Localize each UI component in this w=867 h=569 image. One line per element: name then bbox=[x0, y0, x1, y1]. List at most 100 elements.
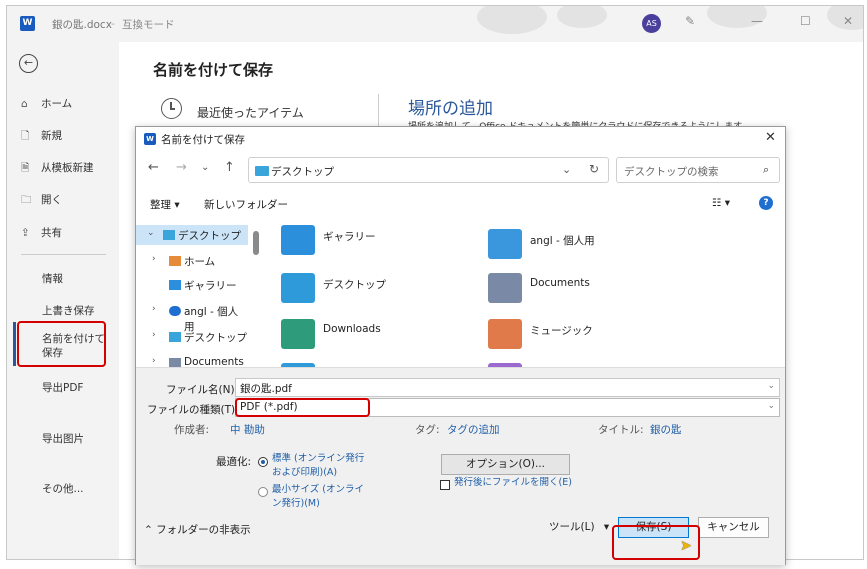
title-label: タイトル: bbox=[598, 424, 644, 436]
background-pattern bbox=[477, 6, 547, 34]
highlight-box bbox=[235, 398, 370, 417]
up-arrow-icon[interactable]: ↑ bbox=[224, 160, 235, 175]
chevron-down-icon[interactable]: ⌄ bbox=[562, 163, 571, 176]
template-icon: 🗎 bbox=[21, 162, 30, 174]
background-pattern bbox=[557, 6, 607, 28]
organize-label: 整理 bbox=[150, 199, 171, 211]
author-value[interactable]: 中 勘助 bbox=[230, 422, 265, 437]
tools-label: ツール(L) bbox=[549, 521, 595, 533]
avatar[interactable]: AS bbox=[642, 14, 661, 33]
document-title: 銀の匙.docx bbox=[52, 19, 112, 31]
chevron-down-icon: ⌄ bbox=[147, 228, 155, 238]
organize-button[interactable]: 整理 ▾ bbox=[150, 197, 180, 212]
nav-open-label: 開く bbox=[41, 194, 62, 206]
nav-export-pdf[interactable]: 导出PDF bbox=[42, 380, 83, 395]
word-logo-icon: W bbox=[20, 16, 35, 31]
radio-minimum-label[interactable]: 最小サイズ (オンライン発行)(M) bbox=[272, 483, 367, 511]
help-icon[interactable]: ? bbox=[759, 196, 773, 210]
search-input[interactable]: デスクトップの検索 ⌕ bbox=[616, 157, 780, 183]
filename-label: ファイル名(N): bbox=[166, 384, 239, 396]
address-text: デスクトップ bbox=[271, 166, 334, 178]
tools-button[interactable]: ツール(L) ▾ bbox=[549, 519, 609, 534]
downloads-folder-icon bbox=[281, 319, 315, 349]
chevron-right-icon: › bbox=[152, 356, 156, 366]
folder-open-icon: 🗀 bbox=[21, 194, 32, 206]
chevron-down-icon[interactable]: ⌄ bbox=[201, 162, 209, 173]
radio-minimum[interactable] bbox=[258, 487, 268, 497]
highlight-box bbox=[17, 321, 106, 367]
nav-open[interactable]: 🗀 開く bbox=[21, 192, 62, 210]
nav-template[interactable]: 🗎 从模板新建 bbox=[21, 160, 94, 178]
desktop-folder-icon bbox=[281, 273, 315, 303]
file-list: ギャラリー angl - 個人用 デスクトップ Documents Downlo… bbox=[261, 217, 771, 367]
onedrive-folder-icon bbox=[488, 229, 522, 259]
view-options-icon[interactable]: ☷ ▾ bbox=[712, 197, 730, 209]
forward-arrow-icon[interactable]: → bbox=[176, 160, 187, 175]
nav-new-label: 新規 bbox=[41, 130, 62, 142]
radio-standard[interactable] bbox=[258, 457, 268, 467]
open-after-checkbox[interactable] bbox=[440, 480, 450, 490]
hide-folders-button[interactable]: ⌃ フォルダーの非表示 bbox=[144, 522, 251, 537]
cancel-button[interactable]: キャンセル bbox=[698, 517, 769, 538]
back-arrow-icon[interactable]: ← bbox=[19, 54, 38, 73]
item-label: ミュージック bbox=[530, 325, 593, 337]
desktop-folder-icon bbox=[163, 230, 175, 240]
gallery-icon bbox=[169, 280, 181, 290]
item-label: Documents bbox=[530, 277, 590, 289]
address-bar[interactable]: デスクトップ ⌄ ↻ bbox=[248, 157, 609, 183]
desktop-folder-icon bbox=[169, 332, 181, 342]
item-label: ギャラリー bbox=[323, 231, 376, 243]
optimize-label: 最適化: bbox=[216, 456, 252, 468]
tree-scrollbar[interactable] bbox=[253, 231, 259, 255]
filetype-label: ファイルの種類(T): bbox=[147, 404, 239, 416]
documents-folder-icon bbox=[488, 273, 522, 303]
music-folder-icon bbox=[488, 319, 522, 349]
backstage-nav: ← ⌂ ホーム 🗋 新規 🗎 从模板新建 🗀 開く ⇪ 共有 情報 上書き保存 名前を付け… bbox=[7, 42, 119, 559]
pen-icon[interactable]: ✎ bbox=[685, 14, 695, 28]
documents-icon bbox=[169, 358, 181, 367]
tags-label: タグ: bbox=[415, 424, 440, 436]
tree-item-home[interactable]: › ホーム bbox=[136, 251, 248, 271]
onedrive-icon bbox=[169, 306, 181, 316]
nav-home[interactable]: ⌂ ホーム bbox=[21, 96, 72, 111]
nav-new[interactable]: 🗋 新規 bbox=[21, 128, 62, 146]
search-icon: ⌕ bbox=[763, 163, 770, 176]
gallery-icon bbox=[281, 225, 315, 255]
maximize-icon[interactable]: ☐ bbox=[800, 14, 811, 28]
tree-item-gallery[interactable]: ギャラリー bbox=[136, 275, 248, 295]
nav-export-image[interactable]: 导出图片 bbox=[42, 431, 84, 446]
filename-value: 銀の匙.pdf bbox=[240, 383, 292, 395]
nav-share[interactable]: ⇪ 共有 bbox=[21, 225, 62, 240]
nav-overwrite[interactable]: 上書き保存 bbox=[42, 303, 95, 318]
back-arrow-icon[interactable]: ← bbox=[148, 160, 159, 175]
save-as-dialog: W 名前を付けて保存 ✕ ← → ⌄ ↑ デスクトップ ⌄ ↻ デスクトップの検… bbox=[135, 126, 786, 565]
tree-item-documents[interactable]: › Documents bbox=[136, 353, 248, 367]
filename-field[interactable]: 銀の匙.pdf ⌄ bbox=[235, 378, 780, 397]
nav-info[interactable]: 情報 bbox=[42, 271, 63, 286]
command-bar: 整理 ▾ 新しいフォルダー ☷ ▾ ? bbox=[136, 191, 785, 217]
title-separator: - bbox=[111, 17, 115, 30]
close-icon[interactable]: ✕ bbox=[843, 14, 853, 28]
clock-icon bbox=[161, 98, 182, 119]
recent-items[interactable]: 最近使ったアイテム bbox=[197, 104, 304, 121]
title-value[interactable]: 銀の匙 bbox=[650, 422, 682, 437]
chevron-right-icon: › bbox=[152, 330, 156, 340]
close-icon[interactable]: ✕ bbox=[765, 130, 776, 145]
open-after-label[interactable]: 発行後にファイルを開く(E) bbox=[454, 476, 574, 490]
dialog-title: 名前を付けて保存 bbox=[161, 134, 245, 146]
radio-standard-label[interactable]: 標準 (オンライン発行および印刷)(A) bbox=[272, 452, 372, 480]
new-folder-button[interactable]: 新しいフォルダー bbox=[204, 197, 288, 212]
tree-label: デスクトップ bbox=[184, 332, 247, 344]
tags-value[interactable]: タグの追加 bbox=[447, 422, 500, 437]
refresh-icon[interactable]: ↻ bbox=[589, 162, 599, 176]
chevron-up-icon: ⌃ bbox=[144, 524, 153, 536]
add-location-heading[interactable]: 場所の追加 bbox=[408, 94, 493, 119]
minimize-icon[interactable]: — bbox=[751, 14, 763, 28]
nav-more[interactable]: その他... bbox=[42, 481, 84, 496]
options-button[interactable]: オプション(O)... bbox=[441, 454, 570, 475]
tree-item-onedrive[interactable]: › angl - 個人用 bbox=[136, 301, 248, 333]
tree-item-desktop-2[interactable]: › デスクトップ bbox=[136, 327, 248, 347]
tree-label: Documents bbox=[184, 356, 244, 367]
tree-item-desktop[interactable]: ⌄ デスクトップ bbox=[136, 225, 248, 245]
title-bar: W 銀の匙.docx - 互換モード AS ✎ — ☐ ✕ bbox=[7, 6, 863, 42]
